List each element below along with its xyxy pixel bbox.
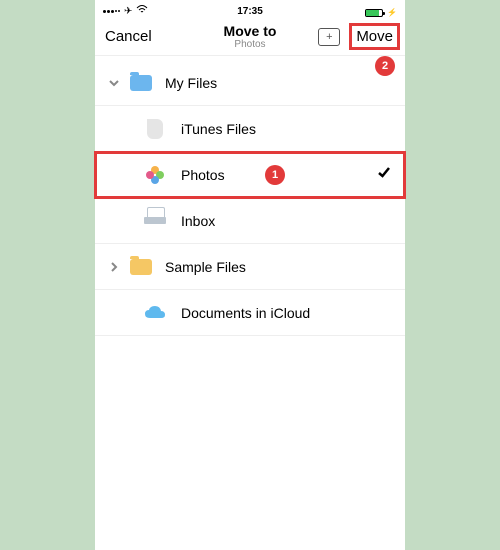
annotation-badge-1: 1 bbox=[265, 165, 285, 185]
status-bar: ✈ 17:35 ⚡ bbox=[95, 0, 405, 18]
cloud-icon bbox=[143, 301, 167, 325]
row-photos[interactable]: Photos 1 bbox=[95, 152, 405, 198]
row-itunes[interactable]: iTunes Files bbox=[95, 106, 405, 152]
phone-frame: ✈ 17:35 ⚡ Cancel Move to Photos Move 2 M… bbox=[95, 0, 405, 550]
row-label: Sample Files bbox=[165, 259, 246, 275]
photos-icon bbox=[143, 163, 167, 187]
chevron-right-icon[interactable] bbox=[105, 258, 123, 276]
charging-icon: ⚡ bbox=[387, 8, 397, 17]
row-label: Inbox bbox=[181, 213, 215, 229]
signal-icon bbox=[103, 10, 120, 13]
row-label: Documents in iCloud bbox=[181, 305, 310, 321]
checkmark-icon bbox=[377, 165, 391, 184]
row-label: My Files bbox=[165, 75, 217, 91]
battery-icon bbox=[365, 9, 383, 17]
row-my-files[interactable]: My Files bbox=[95, 60, 405, 106]
row-sample[interactable]: Sample Files bbox=[95, 244, 405, 290]
row-inbox[interactable]: Inbox bbox=[95, 198, 405, 244]
inbox-icon bbox=[143, 209, 167, 233]
folder-list: My Files iTunes Files Photos 1 Inbox bbox=[95, 60, 405, 336]
row-label: Photos bbox=[181, 167, 225, 183]
chevron-down-icon[interactable] bbox=[105, 74, 123, 92]
folder-icon bbox=[129, 255, 153, 279]
annotation-badge-2: 2 bbox=[375, 56, 395, 76]
new-folder-icon[interactable] bbox=[318, 28, 340, 46]
clock: 17:35 bbox=[237, 6, 263, 17]
row-icloud[interactable]: Documents in iCloud bbox=[95, 290, 405, 336]
folder-icon bbox=[129, 71, 153, 95]
move-button[interactable]: Move bbox=[350, 24, 399, 49]
cancel-button[interactable]: Cancel bbox=[105, 28, 152, 45]
row-label: iTunes Files bbox=[181, 121, 256, 137]
wifi-icon bbox=[136, 5, 148, 17]
nav-bar: Cancel Move to Photos Move 2 bbox=[95, 18, 405, 56]
itunes-icon bbox=[143, 117, 167, 141]
airplane-icon: ✈ bbox=[124, 6, 132, 17]
